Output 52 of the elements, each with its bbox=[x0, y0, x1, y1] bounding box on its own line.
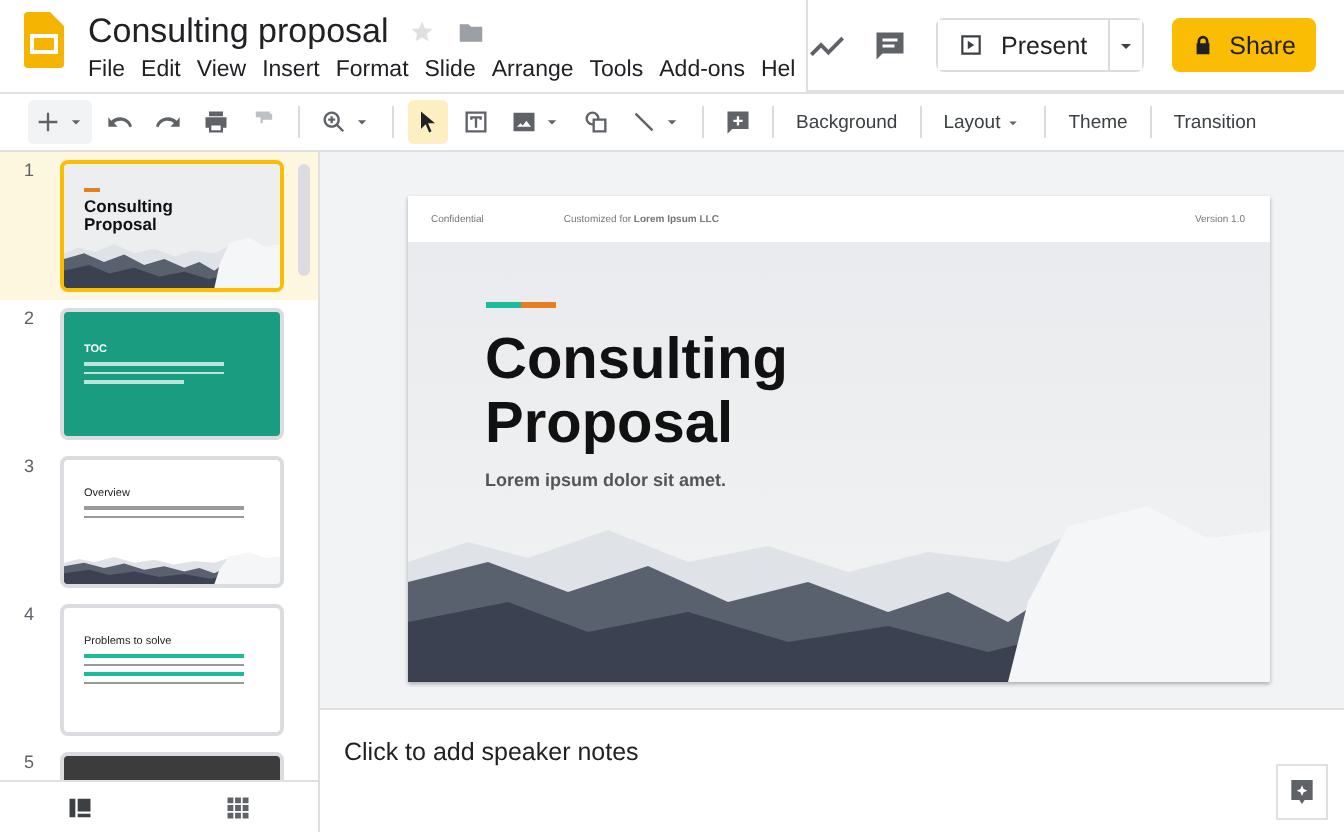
slide-number: 2 bbox=[24, 308, 37, 328]
shape-icon bbox=[582, 108, 610, 136]
menu-item[interactable]: Insert bbox=[262, 58, 320, 82]
toolbar-button[interactable]: Layout bbox=[935, 111, 1031, 133]
menu-item[interactable]: Tools bbox=[589, 58, 644, 82]
slide-number: 1 bbox=[24, 160, 37, 180]
slide-subtitle: Lorem ipsum dolor sit amet. bbox=[485, 469, 729, 490]
menu-item[interactable]: Add-ons bbox=[659, 58, 745, 82]
slide-title: Consulting Proposal bbox=[485, 328, 790, 458]
accent-bar bbox=[485, 302, 555, 308]
scrollbar bbox=[298, 164, 310, 276]
document-title[interactable]: Consulting proposal bbox=[88, 12, 389, 52]
select-tool-button[interactable] bbox=[408, 100, 448, 144]
star-icon bbox=[408, 18, 437, 46]
activity-button[interactable] bbox=[809, 35, 844, 55]
play-icon bbox=[957, 32, 984, 58]
lock-icon bbox=[1191, 34, 1214, 56]
slide-thumbnail[interactable]: Consulting Proposal bbox=[60, 160, 284, 292]
present-button[interactable]: Present bbox=[937, 20, 1110, 70]
trend-line-icon bbox=[809, 35, 844, 55]
comment-icon bbox=[871, 27, 908, 63]
plus-icon bbox=[34, 108, 62, 136]
slide-number: 4 bbox=[24, 604, 37, 624]
slide-number: 3 bbox=[24, 456, 37, 476]
thumbnail-title: Consulting Proposal bbox=[84, 197, 175, 235]
print-icon bbox=[202, 108, 230, 136]
toolbar-button[interactable]: Theme bbox=[1060, 111, 1136, 133]
menu-item[interactable]: Edit bbox=[141, 58, 181, 82]
menu-item[interactable]: Slide bbox=[424, 58, 476, 82]
comment-plus-icon bbox=[724, 108, 752, 136]
menu-item[interactable]: File bbox=[88, 58, 126, 82]
list-view-icon bbox=[65, 793, 94, 821]
sparkle-note-icon bbox=[1286, 776, 1318, 808]
new-slide-button[interactable] bbox=[28, 100, 92, 144]
filmstrip-view-button[interactable] bbox=[65, 793, 94, 821]
menu-item[interactable]: Hel bbox=[760, 58, 796, 82]
menu-item[interactable]: Format bbox=[335, 58, 409, 82]
grid-view-button[interactable] bbox=[224, 793, 253, 821]
share-button[interactable]: Share bbox=[1171, 18, 1316, 72]
line-icon bbox=[630, 108, 658, 136]
menu-item[interactable]: View bbox=[196, 58, 247, 82]
image-icon bbox=[510, 108, 538, 136]
zoom-icon bbox=[320, 108, 348, 136]
text-box-icon bbox=[462, 108, 490, 136]
toolbar-button[interactable]: Transition bbox=[1165, 111, 1265, 133]
menu-item[interactable]: Arrange bbox=[491, 58, 574, 82]
slide-number: 5 bbox=[24, 752, 37, 772]
comments-button[interactable] bbox=[871, 27, 908, 63]
slides-logo-icon bbox=[24, 12, 64, 68]
explore-button[interactable] bbox=[1276, 764, 1328, 820]
toolbar-button[interactable]: Background bbox=[788, 111, 906, 133]
grid-icon bbox=[224, 793, 253, 821]
